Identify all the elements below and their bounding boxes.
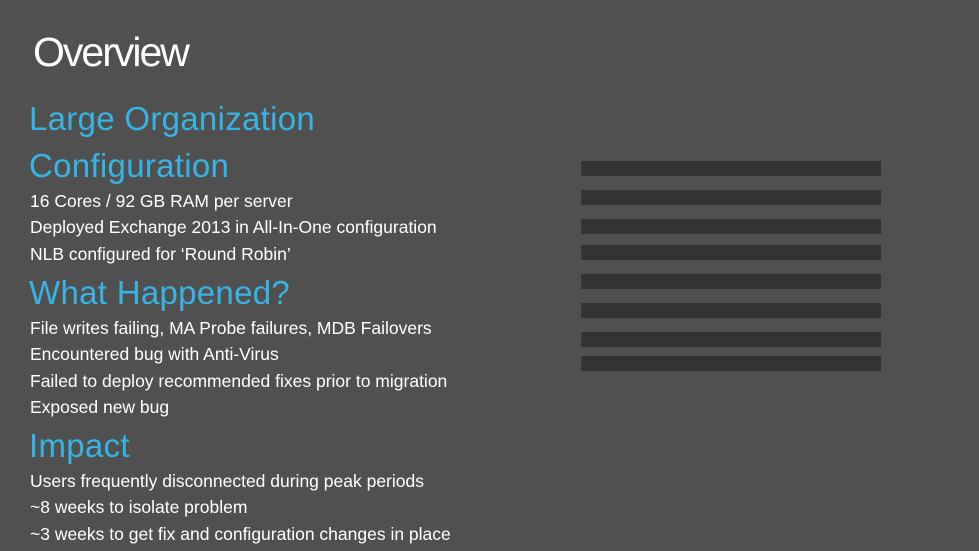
section-heading-impact: Impact [29, 427, 130, 464]
slide-title: Overview [33, 29, 190, 75]
section-heading-configuration-line-1: Large Organization [29, 100, 316, 137]
placeholder-bar [581, 161, 881, 176]
bullet-text: ~3 weeks to get fix and configuration ch… [30, 524, 451, 544]
bullet-text: ~8 weeks to isolate problem [30, 497, 248, 517]
placeholder-bar [581, 303, 881, 318]
placeholder-bar [581, 356, 881, 371]
placeholder-bar [581, 219, 881, 234]
placeholder-bar [581, 245, 881, 260]
bullet-text: Deployed Exchange 2013 in All-In-One con… [30, 217, 437, 237]
section-heading-configuration-line-2: Configuration [29, 147, 230, 184]
bullet-text: Failed to deploy recommended fixes prior… [30, 371, 448, 391]
placeholder-bar [581, 274, 881, 289]
bullet-text: Exposed new bug [30, 397, 170, 417]
bullet-text: Users frequently disconnected during pea… [30, 471, 424, 491]
bullet-text: Encountered bug with Anti-Virus [30, 344, 279, 364]
bullet-text: File writes failing, MA Probe failures, … [30, 318, 432, 338]
placeholder-bar [581, 332, 881, 347]
section-heading-what-happened: What Happened? [29, 274, 291, 311]
bullet-text: NLB configured for ‘Round Robin’ [30, 244, 291, 264]
bullet-text: 16 Cores / 92 GB RAM per server [30, 191, 293, 211]
placeholder-bar [581, 190, 881, 205]
